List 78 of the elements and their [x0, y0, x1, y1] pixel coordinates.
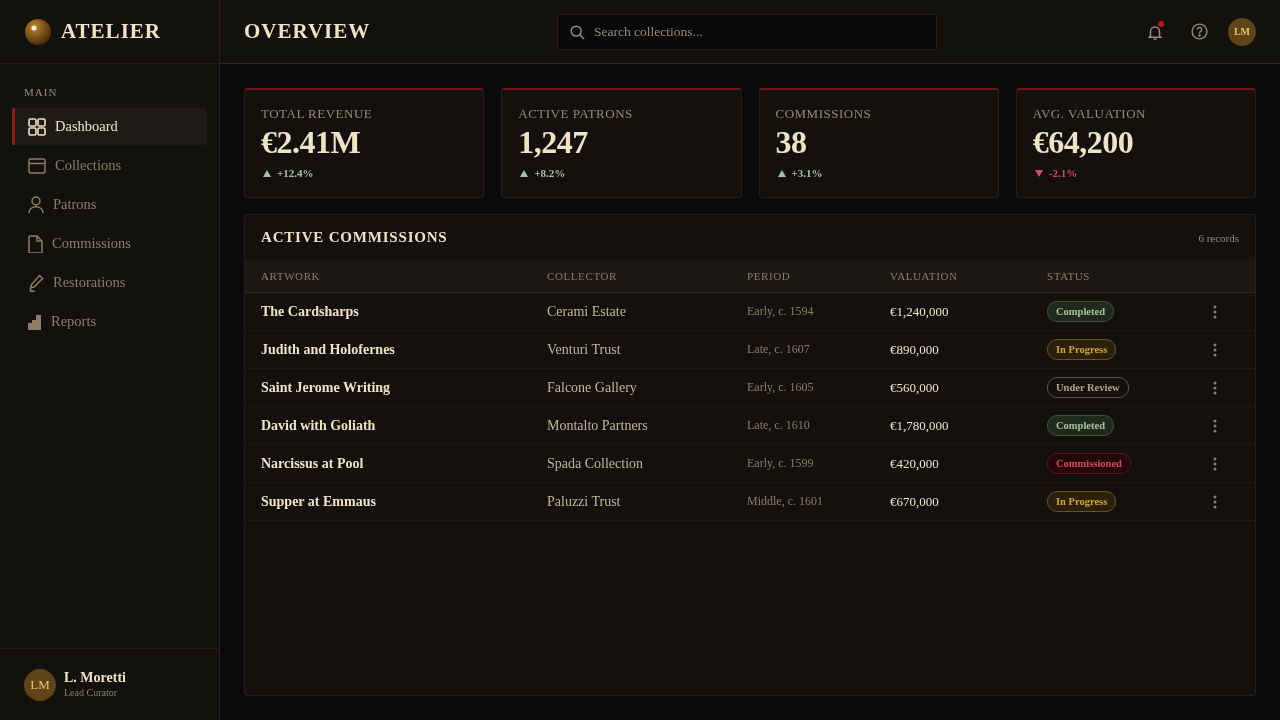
- stat-label: ACTIVE PATRONS: [518, 105, 634, 123]
- period-cell-text: Early, c. 1594: [747, 304, 815, 319]
- period-cell-text: Early, c. 1605: [747, 380, 815, 395]
- column-header: STATUS: [1047, 270, 1092, 282]
- artwork-cell-text: Narcissus at Pool: [261, 455, 365, 472]
- search-icon: [570, 24, 585, 40]
- more-icon: [1213, 456, 1217, 471]
- stat-label: COMMISSIONS: [775, 105, 873, 123]
- status-badge: Under Review: [1047, 377, 1129, 398]
- nav-item[interactable]: Collections: [12, 147, 207, 184]
- collector-cell-text: Spada Collection: [547, 455, 645, 472]
- user-role: Lead Curator: [64, 686, 119, 699]
- artwork-cell-text: The Cardsharps: [261, 303, 360, 320]
- stat-value: 38: [775, 124, 808, 160]
- status-badge: Completed: [1047, 415, 1114, 436]
- status-badge: Completed: [1047, 301, 1114, 322]
- collector-cell-text: Venturi Trust: [547, 341, 622, 358]
- status-badge: Commissioned: [1047, 453, 1131, 474]
- more-icon: [1213, 494, 1217, 509]
- artwork-cell-text: Judith and Holofernes: [261, 341, 396, 358]
- user-avatar: LM: [24, 668, 56, 701]
- artwork-cell-text: David with Goliath: [261, 417, 377, 434]
- status-badge: In Progress: [1047, 339, 1117, 360]
- artwork-cell-text: Supper at Emmaus: [261, 493, 377, 510]
- help-icon: [1190, 23, 1208, 40]
- valuation-cell-text: €1,240,000: [890, 303, 950, 320]
- period-cell-text: Late, c. 1610: [747, 418, 811, 433]
- column-header: ARTWORK: [261, 270, 322, 282]
- more-icon: [1213, 304, 1217, 319]
- valuation-cell-text: €670,000: [890, 493, 940, 510]
- column-header: PERIOD: [747, 270, 792, 282]
- more-icon: [1213, 342, 1217, 357]
- nav-item[interactable]: Dashboard: [12, 108, 207, 145]
- orb-logo-icon: [25, 18, 51, 45]
- nav-item[interactable]: Reports: [12, 303, 207, 340]
- document-icon: [28, 234, 43, 253]
- artwork-cell-text: Saint Jerome Writing: [261, 379, 392, 396]
- pencil-icon: [28, 273, 44, 292]
- grid-icon: [28, 117, 46, 136]
- stat-label: AVG. VALUATION: [1032, 105, 1147, 123]
- valuation-cell-text: €1,780,000: [890, 417, 950, 434]
- period-cell-text: Middle, c. 1601: [747, 494, 824, 509]
- more-icon: [1213, 418, 1217, 433]
- nav-item[interactable]: Restorations: [12, 264, 207, 301]
- collector-cell-text: Falcone Gallery: [547, 379, 638, 396]
- stat-value: €64,200: [1032, 124, 1135, 160]
- stat-value: €2.41M: [261, 124, 362, 160]
- stat-value: 1,247: [518, 124, 589, 160]
- stat-change: +12.4%: [277, 167, 314, 179]
- bar-chart-icon: [28, 313, 42, 330]
- stat-change: +8.2%: [534, 167, 566, 179]
- stat-change: -2.1%: [1048, 167, 1078, 179]
- brand-name: ATELIER: [61, 19, 161, 44]
- column-header: COLLECTOR: [547, 270, 618, 282]
- valuation-cell-text: €420,000: [890, 455, 940, 472]
- record-count: 6 records: [1198, 231, 1239, 244]
- collector-cell-text: Cerami Estate: [547, 303, 627, 320]
- window-icon: [28, 157, 46, 174]
- stat-change: +3.1%: [791, 167, 823, 179]
- nav-item[interactable]: Patrons: [12, 186, 207, 223]
- page-title: OVERVIEW: [244, 19, 372, 44]
- status-badge: In Progress: [1047, 491, 1117, 512]
- person-icon: [28, 195, 44, 214]
- valuation-cell-text: €560,000: [890, 379, 940, 396]
- avatar-button[interactable]: LM: [1228, 17, 1256, 46]
- collector-cell-text: Paluzzi Trust: [547, 493, 622, 510]
- table-title: ACTIVE COMMISSIONS: [261, 229, 448, 246]
- user-name: L. Moretti: [64, 670, 126, 686]
- stat-label: TOTAL REVENUE: [261, 105, 374, 123]
- more-icon: [1213, 380, 1217, 395]
- collector-cell-text: Montalto Partners: [547, 417, 649, 434]
- valuation-cell-text: €890,000: [890, 341, 940, 358]
- period-cell-text: Early, c. 1599: [747, 456, 815, 471]
- section-label: MAIN: [23, 86, 59, 98]
- period-cell-text: Late, c. 1607: [747, 342, 811, 357]
- search-field[interactable]: Search collections...: [557, 13, 937, 50]
- column-header: VALUATION: [890, 270, 959, 282]
- nav-item[interactable]: Commissions: [12, 225, 207, 262]
